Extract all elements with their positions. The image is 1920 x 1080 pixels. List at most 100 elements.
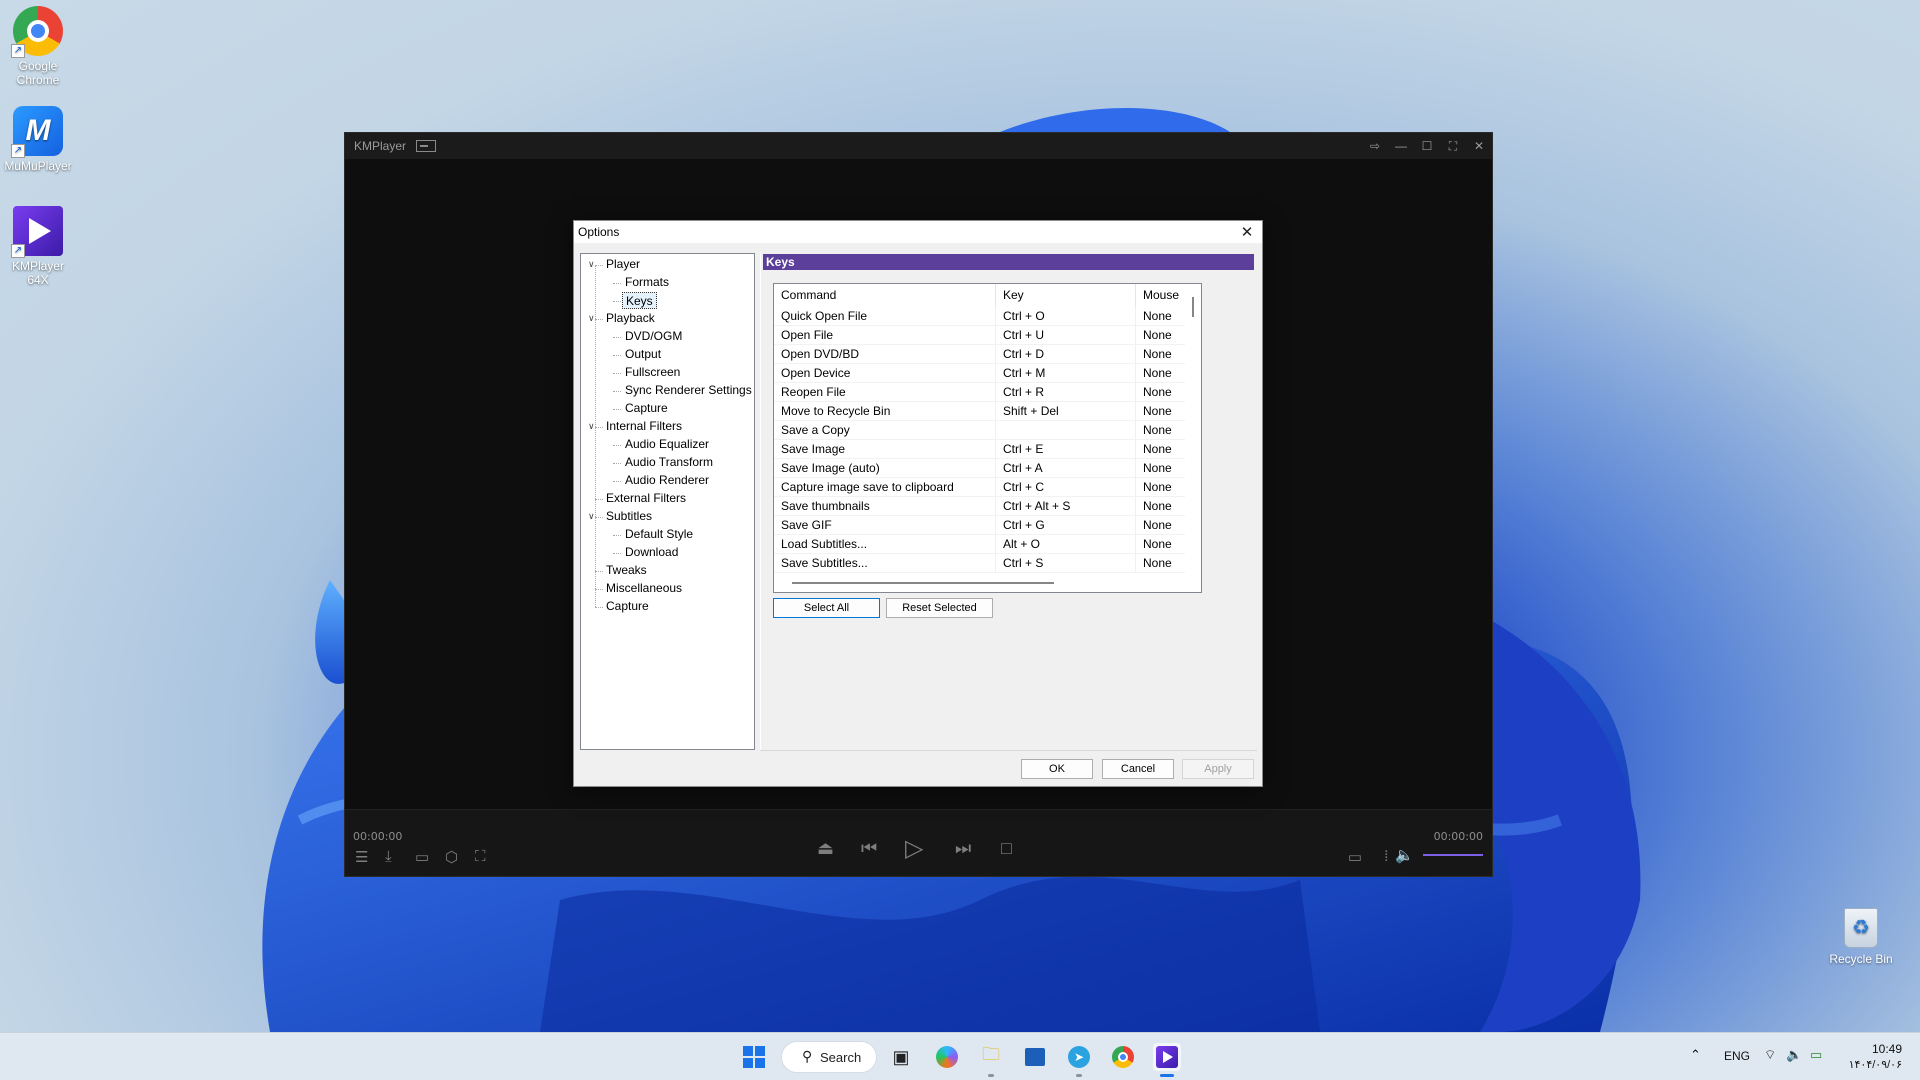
volume-icon[interactable]: 🔈	[1395, 846, 1414, 864]
chrome-taskbar-icon[interactable]	[1109, 1043, 1137, 1071]
copilot-icon[interactable]	[933, 1043, 961, 1071]
table-row[interactable]: Save a Copy None	[774, 421, 1186, 440]
minimize-icon[interactable]: —	[1388, 133, 1414, 159]
table-row[interactable]: Move to Recycle Bin Shift + Del None	[774, 402, 1186, 421]
kmplayer-titlebar[interactable]: KMPlayer ⇨ — ☐ ⛶ ✕	[345, 133, 1492, 159]
command-cell: Save Image	[774, 440, 996, 459]
tree-item[interactable]: Capture	[625, 400, 668, 417]
kmplayer-taskbar-icon[interactable]	[1153, 1043, 1181, 1071]
apply-button[interactable]: Apply	[1182, 759, 1254, 779]
select-all-button[interactable]: Select All	[773, 598, 880, 618]
table-row[interactable]: Capture image save to clipboard Ctrl + CN…	[774, 478, 1186, 497]
desktop-icon-chrome[interactable]: ↗ Google Chrome	[0, 6, 76, 87]
tree-connector	[613, 553, 621, 554]
table-row[interactable]: Reopen File Ctrl + R None	[774, 383, 1186, 402]
table-row[interactable]: Quick Open File Ctrl + O None	[774, 307, 1186, 326]
search-box[interactable]: ⚲ Search	[781, 1041, 877, 1073]
eject-icon[interactable]: ⏏	[817, 838, 834, 859]
tree-item[interactable]: Audio Equalizer	[625, 436, 709, 453]
3d-icon[interactable]: ⬡	[445, 848, 458, 866]
tree-item[interactable]: Audio Transform	[625, 454, 713, 471]
table-row[interactable]: Load Subtitles... Alt + O None	[774, 535, 1186, 554]
speaker-icon[interactable]: 🔈	[1786, 1047, 1802, 1063]
tree-item[interactable]: Sync Renderer Settings	[625, 382, 752, 399]
desktop-icon-kmplayer[interactable]: ↗ KMPlayer 64X	[0, 206, 76, 287]
tree-item[interactable]: Subtitles	[606, 508, 652, 525]
capture-icon[interactable]: ⛶	[475, 848, 486, 865]
fullscreen-icon[interactable]: ⛶	[1440, 133, 1466, 159]
table-row[interactable]: Save GIF Ctrl + G None	[774, 516, 1186, 535]
tree-item[interactable]: Keys	[622, 292, 657, 309]
chevron-down-icon[interactable]: ∨	[588, 421, 595, 432]
reset-selected-button[interactable]: Reset Selected	[886, 598, 993, 618]
audio-wave-icon[interactable]: ⦙	[1385, 848, 1388, 865]
table-row[interactable]: Save Subtitles... Ctrl + S None	[774, 554, 1186, 573]
tree-item[interactable]: Default Style	[625, 526, 693, 543]
tree-connector	[613, 301, 621, 302]
desktop-icon-mumuplayer[interactable]: M ↗ MuMuPlayer	[0, 106, 76, 173]
tree-item[interactable]: Download	[625, 544, 678, 561]
clock-date[interactable]: ۱۴۰۴/۰۹/۰۶	[1836, 1058, 1902, 1071]
file-explorer-icon[interactable]: 🗀	[977, 1043, 1005, 1071]
stop-icon[interactable]: □	[1001, 838, 1012, 859]
options-titlebar[interactable]: Options ✕	[574, 221, 1262, 243]
ok-button[interactable]: OK	[1021, 759, 1093, 779]
table-row[interactable]: Open DVD/BD Ctrl + D None	[774, 345, 1186, 364]
options-tree[interactable]: Player ∨ Formats Keys Playback ∨ DVD/OGM Output…	[580, 253, 755, 750]
tree-item[interactable]: Internal Filters	[606, 418, 682, 435]
tree-item[interactable]: External Filters	[606, 490, 686, 507]
tree-item[interactable]: Output	[625, 346, 661, 363]
language-indicator[interactable]: ENG	[1724, 1049, 1750, 1063]
tree-item[interactable]: Miscellaneous	[606, 580, 682, 597]
tree-connector	[613, 337, 621, 338]
start-icon[interactable]	[740, 1043, 768, 1071]
keys-list[interactable]: Command Key Mouse Quick Open File Ctrl + …	[773, 283, 1202, 593]
scroll-thumb[interactable]	[1192, 297, 1194, 317]
column-mouse[interactable]: Mouse	[1136, 284, 1186, 307]
volume-slider[interactable]	[1423, 854, 1483, 856]
table-row[interactable]: Save thumbnails Ctrl + Alt + S None	[774, 497, 1186, 516]
table-row[interactable]: Open File Ctrl + U None	[774, 326, 1186, 345]
column-key[interactable]: Key	[996, 284, 1136, 307]
chevron-down-icon[interactable]: ∨	[588, 511, 595, 522]
horizontal-scrollbar[interactable]	[792, 582, 1054, 584]
column-command[interactable]: Command	[774, 284, 996, 307]
store-icon[interactable]	[1021, 1043, 1049, 1071]
subtitle-icon[interactable]: ▭	[1348, 848, 1362, 866]
wifi-icon[interactable]: ⌔	[1764, 1047, 1776, 1063]
vertical-scrollbar[interactable]	[1185, 284, 1201, 592]
cancel-button[interactable]: Cancel	[1102, 759, 1174, 779]
tree-item[interactable]: Audio Renderer	[625, 472, 709, 489]
tray-overflow-icon[interactable]: ⌃	[1690, 1047, 1701, 1063]
chevron-down-icon[interactable]: ∨	[588, 259, 595, 270]
previous-icon[interactable]: ⏮	[861, 838, 877, 859]
maximize-icon[interactable]: ☐	[1414, 133, 1440, 159]
battery-icon[interactable]: ▭	[1810, 1047, 1822, 1063]
table-row[interactable]: Open Device Ctrl + M None	[774, 364, 1186, 383]
chevron-down-icon[interactable]: ∨	[588, 313, 595, 324]
task-view-icon[interactable]: ▣	[887, 1043, 915, 1071]
tree-item[interactable]: Playback	[606, 310, 655, 327]
caption-menu-icon[interactable]	[416, 140, 437, 152]
tree-item[interactable]: Player	[606, 256, 640, 273]
telegram-icon[interactable]: ➤	[1065, 1043, 1093, 1071]
tree-item[interactable]: Tweaks	[606, 562, 647, 579]
pin-icon[interactable]: ⇨	[1362, 133, 1388, 159]
download-icon[interactable]: ⤓	[385, 848, 392, 865]
vr-icon[interactable]: ▭	[415, 848, 429, 866]
search-label: Search	[820, 1049, 862, 1065]
table-row[interactable]: Save Image (auto) Ctrl + A None	[774, 459, 1186, 478]
desktop-icon-recycle-bin[interactable]: ♻ Recycle Bin	[1826, 908, 1896, 966]
next-icon[interactable]: ⏭	[955, 838, 971, 859]
table-row[interactable]: Save Image Ctrl + E None	[774, 440, 1186, 459]
close-icon[interactable]: ✕	[1232, 221, 1262, 243]
close-icon[interactable]: ✕	[1466, 133, 1492, 159]
tree-item[interactable]: DVD/OGM	[625, 328, 682, 345]
tree-connector	[613, 535, 621, 536]
tree-item[interactable]: Formats	[625, 274, 669, 291]
tree-item[interactable]: Capture	[606, 598, 649, 615]
playlist-icon[interactable]: ☰	[355, 848, 368, 866]
clock-time[interactable]: 10:49	[1858, 1042, 1902, 1056]
tree-item[interactable]: Fullscreen	[625, 364, 680, 381]
play-icon[interactable]: ▷	[905, 834, 923, 863]
